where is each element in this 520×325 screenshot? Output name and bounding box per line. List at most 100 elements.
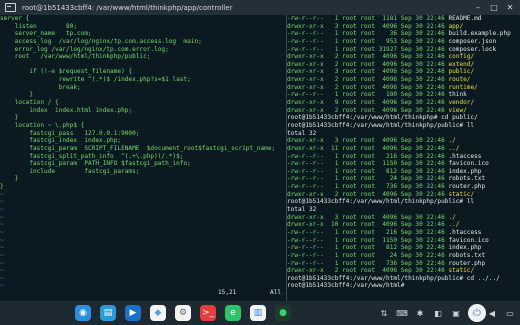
file-manager-icon: ▤ <box>103 308 113 318</box>
code-line: location ~ \.php$ { <box>0 121 85 129</box>
desktop-screen: root@1b51433cbff4: /var/www/html/thinkph… <box>0 0 520 325</box>
shell-text: total 32 <box>287 206 317 214</box>
file-meta: drwxr-xr-x 11 root root 4096 Sep 30 22:4… <box>287 144 449 152</box>
terminal-line: drwxr-xr-x 3 root root 4096 Sep 30 22:46… <box>287 23 520 31</box>
terminal-line: drwxr-xr-x 3 root root 4096 Sep 30 22:46… <box>287 137 520 145</box>
vim-empty-line: ~ <box>0 198 4 206</box>
directory-name: ./ <box>448 137 456 145</box>
file-meta: -rw-r--r-- 1 root root 1181 Sep 30 22:46 <box>287 15 449 22</box>
file-meta: drwxr-xr-x 2 root root 4096 Sep 30 22:46 <box>287 267 449 275</box>
terminal-line: drwxr-xr-x 3 root root 4096 Sep 30 22:46… <box>287 68 520 76</box>
directory-name: static/ <box>448 267 475 275</box>
code-line: fastcgi_param PATH_INFO $fastcgi_path_in… <box>0 160 191 168</box>
vim-empty-line: ~ <box>0 236 4 244</box>
terminal-app[interactable]: >_ <box>200 305 216 321</box>
terminal-line: drwxr-xr-x 11 root root 4096 Sep 30 22:4… <box>287 145 520 153</box>
directory-name: static/ <box>448 190 475 198</box>
file-name: favicon.ico <box>448 160 489 168</box>
file-meta: -rw-r--r-- 1 root root 953 Sep 30 22:46 <box>287 37 449 45</box>
file-name: favicon.ico <box>448 236 489 244</box>
terminal-line: -rw-r--r-- 1 root root 1150 Sep 30 22:46… <box>287 160 520 168</box>
file-manager-app[interactable]: ▤ <box>100 305 116 321</box>
terminal-line: -rw-r--r-- 1 root root 180 Sep 30 22:46 … <box>287 91 520 99</box>
file-meta: -rw-r--r-- 1 root root 216 Sep 30 22:46 <box>287 228 449 236</box>
file-name: router.php <box>448 259 486 267</box>
file-name: index.php <box>448 167 482 175</box>
directory-name: ../ <box>448 144 460 152</box>
file-meta: drwxr-xr-x 9 root root 4096 Sep 30 22:46 <box>287 99 449 107</box>
terminal-icon: >_ <box>201 308 215 318</box>
vim-empty-line: ~ <box>0 213 4 221</box>
code-line: index index.html index.php; <box>0 106 133 114</box>
image-viewer-icon: ◆ <box>154 308 162 318</box>
minimize-button[interactable]: – <box>470 0 486 15</box>
file-name: composer.json <box>448 37 497 45</box>
notification-icon[interactable]: ◧ <box>432 307 444 319</box>
window-controls: – □ ✕ <box>470 0 518 15</box>
directory-name: route/ <box>448 76 471 84</box>
terminal-line: -rw-r--r-- 1 root root 1181 Sep 30 22:46… <box>287 15 520 23</box>
file-name: README.md <box>448 15 482 22</box>
file-meta: -rw-r--r-- 1 root root 736 Sep 30 22:46 <box>287 183 449 191</box>
code-line: } <box>0 175 19 183</box>
terminal-line: drwxr-xr-x 2 root root 4096 Sep 30 22:46… <box>287 76 520 84</box>
video-player-icon: ▶ <box>129 308 137 318</box>
terminal-line: root@1b51433cbff4:/var/www/html/thinkphp… <box>287 198 520 206</box>
browser-app[interactable]: e <box>225 305 241 321</box>
cursor-position: 15,21 <box>218 289 237 296</box>
code-line: location / { <box>0 99 59 107</box>
video-player-app[interactable]: ▶ <box>125 305 141 321</box>
volume-icon[interactable]: ◀ <box>486 307 498 319</box>
bluetooth-icon[interactable]: ✱ <box>414 307 426 319</box>
system-tray: ⇅ ⌨ ✱ ◧ ▣ A ◀ ▭ <box>372 305 516 321</box>
code-line: server { <box>0 15 286 23</box>
code-line: fastcgi_param SCRIPT_FILENAME $document_… <box>0 144 276 152</box>
image-viewer-app[interactable]: ◆ <box>150 305 166 321</box>
clipboard-icon[interactable]: ▣ <box>450 307 462 319</box>
terminal-line: total 32 <box>287 130 520 138</box>
terminal-line: -rw-r--r-- 1 root root 736 Sep 30 22:46 … <box>287 183 520 191</box>
terminal-line: -rw-r--r-- 1 root root 216 Sep 30 22:46 … <box>287 229 520 237</box>
file-meta: drwxr-xr-x 2 root root 4096 Sep 30 22:46 <box>287 106 449 114</box>
file-name: .htaccess <box>448 228 482 236</box>
store-app[interactable]: ▥ <box>250 305 266 321</box>
input-method-icon[interactable]: A <box>468 307 480 319</box>
terminal-line: drwxr-xr-x 9 root root 4096 Sep 30 22:46… <box>287 99 520 107</box>
terminal-line: root@1b51433cbff4:/var/www/html/thinkphp… <box>287 122 520 130</box>
terminal-line: -rw-r--r-- 1 root root 31927 Sep 30 22:4… <box>287 46 520 54</box>
launcher-icon: ◉ <box>79 308 87 318</box>
shell-output-pane[interactable]: -rw-r--r-- 1 root root 1181 Sep 30 22:46… <box>287 15 520 301</box>
maximize-button[interactable]: □ <box>486 0 502 15</box>
taskbar: ◉ ▤ ▶ ◆ ⚙ >_ e ▥ ● ⏻ ⇅ ⌨ ✱ ◧ ▣ A ◀ ▭ <box>0 301 520 325</box>
file-meta: drwxr-xr-x 3 root root 4096 Sep 30 22:46 <box>287 68 449 76</box>
keyboard-icon[interactable]: ⌨ <box>396 307 408 319</box>
settings-app[interactable]: ⚙ <box>175 305 191 321</box>
display-icon[interactable]: ▭ <box>504 307 516 319</box>
recorder-app[interactable]: ● <box>275 305 291 321</box>
directory-name: ../ <box>448 221 460 229</box>
terminal-line: root@1b51433cbff4:/var/www/html/thinkphp… <box>287 275 520 283</box>
terminal-line: -rw-r--r-- 1 root root 812 Sep 30 22:46 … <box>287 168 520 176</box>
close-button[interactable]: ✕ <box>502 0 518 15</box>
launcher-app[interactable]: ◉ <box>75 305 91 321</box>
file-meta: drwxr-xr-x 2 root root 4096 Sep 30 22:46 <box>287 60 449 68</box>
terminal-titlebar[interactable]: root@1b51433cbff4: /var/www/html/thinkph… <box>0 0 520 15</box>
directory-name: vendor/ <box>448 99 475 107</box>
recorder-icon: ● <box>279 308 287 318</box>
network-icon[interactable]: ⇅ <box>378 307 390 319</box>
code-line: } <box>0 91 34 99</box>
terminal-line: root@1b51433cbff4:/var/www/html# <box>287 282 520 290</box>
vim-editor-pane[interactable]: server { listen 80; server_name tp.com; … <box>0 15 286 301</box>
browser-icon: e <box>230 308 236 318</box>
code-line: root /var/www/html/thinkphp/public; <box>0 53 151 61</box>
vim-empty-line: ~ <box>0 244 4 252</box>
code-line: server_name tp.com; <box>0 30 92 38</box>
file-meta: -rw-r--r-- 1 root root 24 Sep 30 22:46 <box>287 251 449 259</box>
file-meta: drwxr-xr-x 2 root root 4096 Sep 30 22:46 <box>287 76 449 84</box>
code-line: error_log /var/log/nginx/tp.com.error.lo… <box>0 45 169 53</box>
vim-empty-line: ~ <box>0 274 4 282</box>
file-name: think <box>448 91 467 99</box>
file-meta: -rw-r--r-- 1 root root 36 Sep 30 22:46 <box>287 30 449 38</box>
code-line: access_log /var/log/nginx/tp.com.access.… <box>0 37 202 45</box>
file-meta: -rw-r--r-- 1 root root 812 Sep 30 22:46 <box>287 167 449 175</box>
